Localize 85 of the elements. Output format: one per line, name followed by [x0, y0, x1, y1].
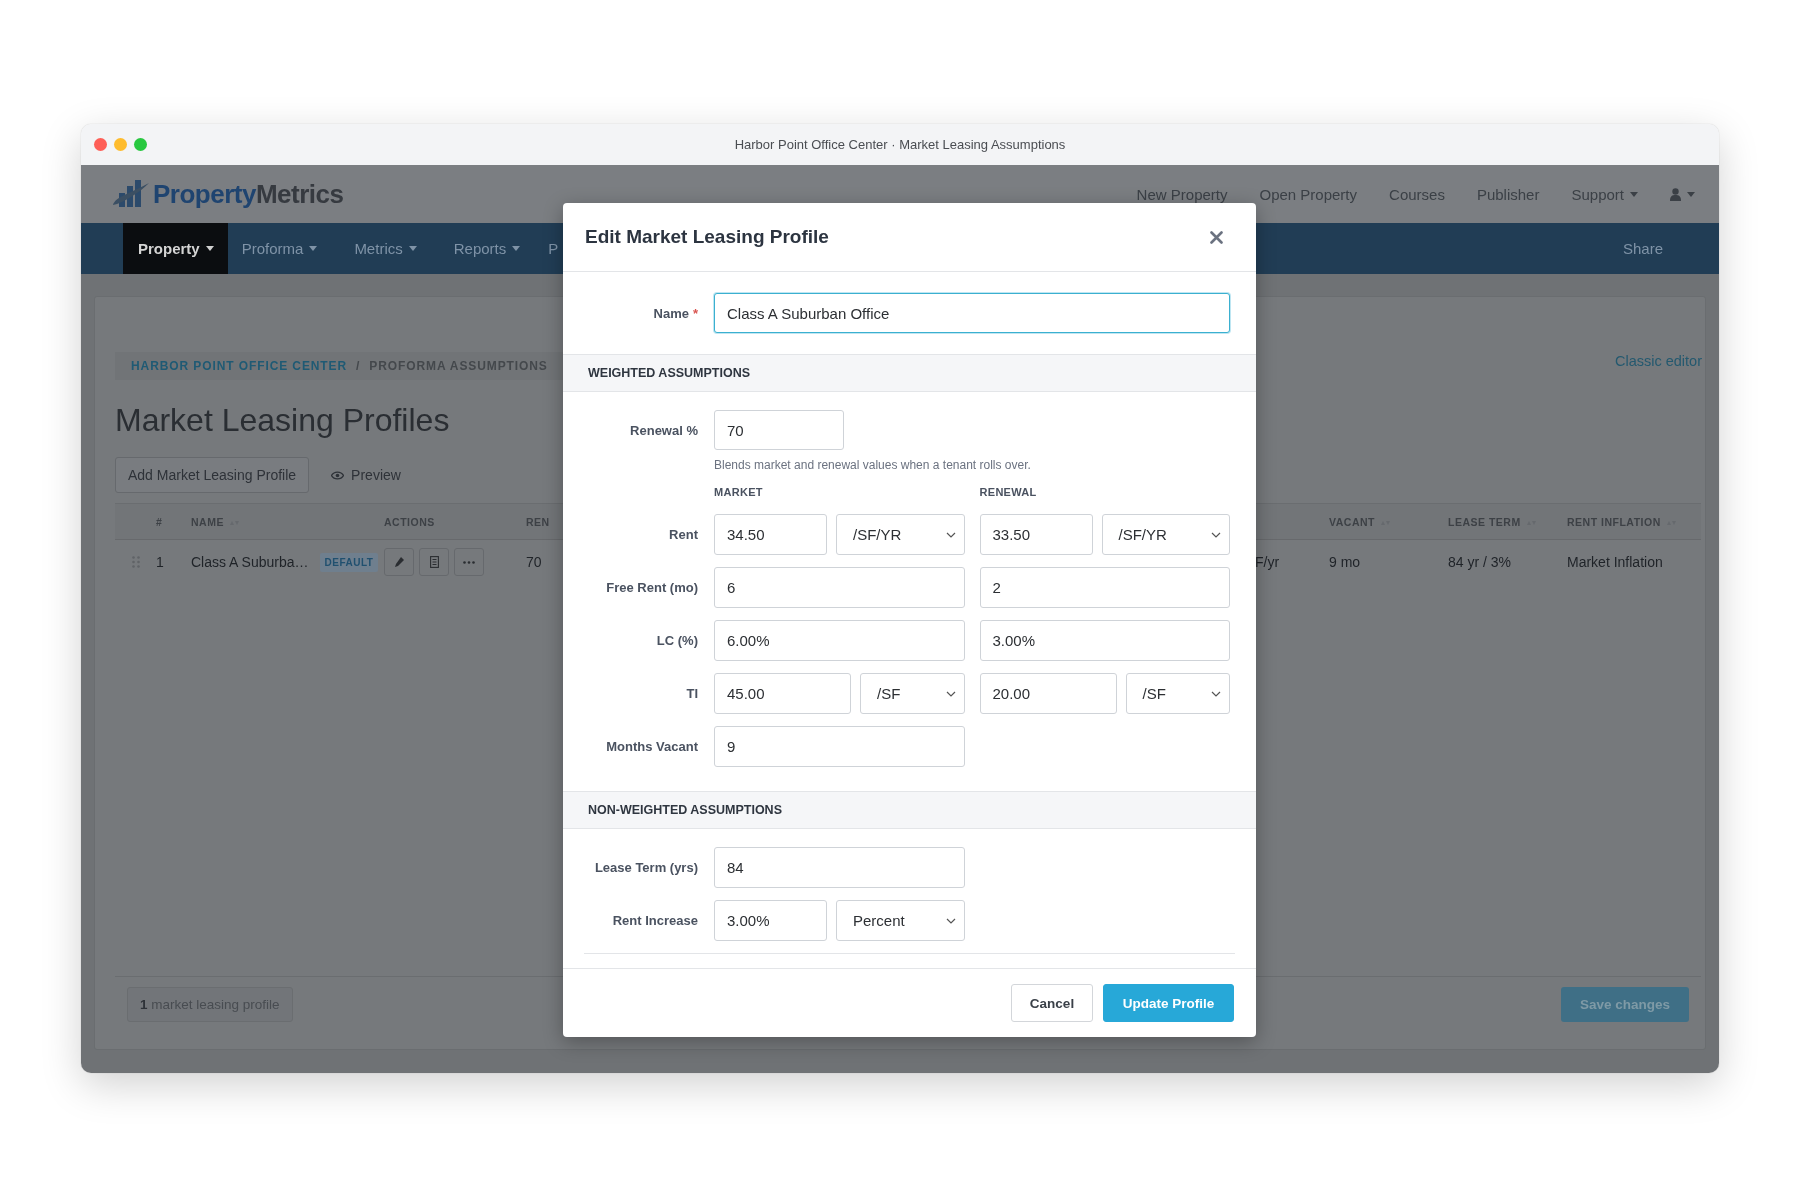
caret-icon — [309, 246, 318, 251]
unit-select[interactable]: /SF — [1125, 673, 1230, 714]
pencil-icon — [394, 556, 404, 568]
field-label: TI — [685, 686, 698, 701]
share-link[interactable]: Share — [1622, 240, 1663, 257]
field-label: Name * — [652, 305, 698, 321]
field-label: Free Rent (mo) — [605, 580, 698, 595]
column-heading: MARKET — [714, 486, 764, 498]
header-link[interactable]: Open Property — [1259, 185, 1358, 203]
header-link[interactable]: Courses — [1389, 185, 1445, 203]
table-cell-text: F/yr — [1255, 554, 1281, 570]
page-title: Market Leasing Profiles — [115, 402, 450, 439]
caret-icon — [1687, 191, 1695, 197]
field-label: Months Vacant — [605, 739, 698, 754]
table-cell-text: 70 — [526, 554, 543, 570]
more-button[interactable] — [454, 548, 484, 576]
copy-button[interactable] — [419, 548, 449, 576]
window-title: Harbor Point Office Center · Market Leasing Assumptions — [734, 137, 1066, 152]
close-icon[interactable] — [1210, 230, 1223, 244]
required-mark: * — [692, 305, 698, 321]
nav-tab[interactable]: Reports — [437, 223, 539, 274]
section-header: NON-WEIGHTED ASSUMPTIONS — [563, 791, 1256, 829]
value-field[interactable]: 34.50 — [714, 514, 827, 555]
user-menu-button[interactable] — [1670, 187, 1695, 201]
nav-tab[interactable]: Property — [123, 223, 228, 274]
name-field[interactable]: Class A Suburban Office — [714, 293, 1230, 333]
nav-tab[interactable]: Proforma — [227, 223, 339, 274]
field-label: Rent — [668, 527, 698, 542]
cancel-button[interactable]: Cancel — [1011, 984, 1093, 1022]
nav-tab[interactable]: Metrics — [338, 223, 438, 274]
header-link[interactable]: New Property — [1136, 185, 1228, 203]
header-link[interactable]: Publisher — [1476, 185, 1540, 203]
edit-button[interactable] — [384, 548, 414, 576]
more-icon — [463, 560, 475, 564]
logo-text[interactable]: PropertyMetrics — [153, 178, 344, 210]
chevron-down-icon — [945, 917, 956, 924]
table-cell-text: 84 yr / 3% — [1448, 554, 1513, 570]
value-field[interactable]: 3.00% — [714, 900, 827, 941]
minimize-window-control[interactable] — [114, 138, 127, 151]
renewal-percent-field[interactable]: 70 — [714, 410, 844, 450]
zoom-window-control[interactable] — [134, 138, 147, 151]
chevron-down-icon — [945, 690, 956, 697]
field-label: LC (%) — [655, 633, 698, 648]
section-header: WEIGHTED ASSUMPTIONS — [563, 354, 1256, 392]
field-label: Rent Increase — [611, 913, 698, 928]
value-field[interactable]: 6.00% — [714, 620, 965, 661]
field-label: Lease Term (yrs) — [593, 860, 698, 875]
header-link[interactable]: Support — [1571, 185, 1638, 203]
document-icon — [429, 556, 439, 568]
table-cell-text: Market Inflation — [1567, 554, 1664, 570]
value-field[interactable]: 84 — [714, 847, 965, 888]
add-profile-button[interactable]: Add Market Leasing Profile — [115, 457, 310, 493]
chevron-down-icon — [945, 531, 956, 538]
column-heading: RENEWAL — [979, 486, 1038, 498]
value-field[interactable]: 9 — [714, 726, 965, 767]
breadcrumb-separator: / — [356, 359, 361, 373]
value-field[interactable]: 20.00 — [979, 673, 1117, 714]
eye-icon — [331, 470, 345, 480]
caret-icon — [205, 246, 214, 251]
row-number: 1 — [156, 554, 165, 570]
value-field[interactable]: 3.00% — [979, 620, 1230, 661]
close-window-control[interactable] — [94, 138, 107, 151]
unit-select[interactable]: Percent — [836, 900, 965, 941]
value-field[interactable]: 6 — [714, 567, 965, 608]
preview-button[interactable]: Preview — [331, 467, 401, 483]
unit-select[interactable]: /SF/YR — [836, 514, 965, 555]
table-cell-text: 9 mo — [1329, 554, 1362, 570]
value-field[interactable]: 45.00 — [714, 673, 851, 714]
caret-icon — [1630, 191, 1638, 197]
user-icon — [1670, 187, 1681, 201]
chevron-down-icon — [1211, 531, 1221, 538]
field-label: Renewal % — [629, 422, 698, 438]
help-text: Blends market and renewal values when a tenant rolls over. — [714, 458, 1032, 472]
caret-icon — [408, 246, 417, 251]
value-field[interactable]: 33.50 — [979, 514, 1093, 555]
update-profile-button[interactable]: Update Profile — [1103, 984, 1234, 1022]
value-field[interactable]: 2 — [979, 567, 1230, 608]
dialog-title: Edit Market Leasing Profile — [585, 226, 829, 248]
default-tag: DEFAULT — [319, 552, 379, 572]
column-header: # — [156, 515, 164, 528]
chevron-down-icon — [1211, 690, 1221, 697]
unit-select[interactable]: /SF/YR — [1101, 514, 1230, 555]
unit-select[interactable]: /SF — [860, 673, 965, 714]
caret-icon — [512, 246, 521, 251]
profile-name: Class A Suburba… — [191, 554, 309, 570]
